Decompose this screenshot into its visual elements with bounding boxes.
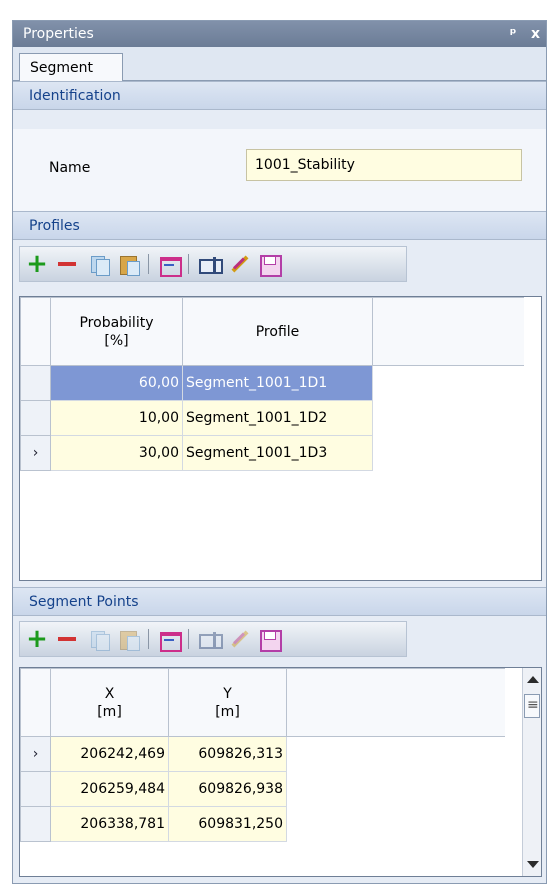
wand-icon[interactable] — [228, 628, 250, 650]
panel-titlebar: Properties ᵖ x — [13, 21, 546, 47]
panel-title: Properties — [23, 26, 94, 42]
row-indicator[interactable] — [20, 806, 51, 842]
name-field[interactable]: 1001_Stability — [246, 149, 522, 181]
profile-cell[interactable]: Segment_1001_1D1 — [182, 365, 373, 401]
save-icon[interactable] — [258, 253, 282, 277]
row-indicator[interactable]: › — [20, 435, 51, 471]
table-row[interactable]: › 30,00 Segment_1001_1D3 — [20, 435, 524, 471]
segment-points-table: X [m] Y [m] › 206242,469 609826,313 2062… — [20, 668, 505, 842]
x-cell[interactable]: 206259,484 — [50, 771, 169, 807]
table-row[interactable]: 206338,781 609831,250 — [20, 806, 505, 842]
y-cell[interactable]: 609831,250 — [168, 806, 287, 842]
close-icon[interactable]: x — [531, 21, 540, 47]
empty-column-header — [372, 297, 524, 366]
identification-header: Identification — [13, 81, 546, 110]
toolbar-separator — [188, 629, 189, 649]
row-indicator[interactable] — [20, 771, 51, 807]
probability-cell[interactable]: 10,00 — [50, 400, 183, 436]
paste-icon[interactable] — [118, 628, 140, 651]
y-cell[interactable]: 609826,938 — [168, 771, 287, 807]
table-row[interactable]: 206259,484 609826,938 — [20, 771, 505, 807]
wand-icon[interactable] — [228, 253, 250, 275]
copy-icon[interactable] — [88, 628, 110, 651]
scroll-thumb[interactable] — [524, 694, 540, 718]
segment-points-toolbar: + — [19, 621, 407, 657]
segment-points-header: Segment Points — [13, 587, 546, 616]
row-indicator-header — [20, 297, 51, 366]
x-cell[interactable]: 206338,781 — [50, 806, 169, 842]
copy-icon[interactable] — [88, 253, 110, 276]
profiles-toolbar: + — [19, 246, 407, 282]
y-cell[interactable]: 609826,313 — [168, 736, 287, 772]
x-cell[interactable]: 206242,469 — [50, 736, 169, 772]
row-indicator[interactable]: › — [20, 736, 51, 772]
scroll-down-icon[interactable] — [527, 861, 539, 868]
profiles-header: Profiles — [13, 211, 546, 240]
field-icon[interactable] — [198, 628, 223, 650]
tab-segment[interactable]: Segment — [19, 53, 123, 82]
segment-points-grid: X [m] Y [m] › 206242,469 609826,313 2062… — [19, 667, 542, 877]
tab-strip: Segment — [13, 47, 546, 82]
toolbar-separator — [188, 254, 189, 274]
profile-cell[interactable]: Segment_1001_1D2 — [182, 400, 373, 436]
toolbar-separator — [148, 629, 149, 649]
properties-panel: Properties ᵖ x Segment Identification Na… — [12, 20, 547, 884]
table-row[interactable]: 60,00 Segment_1001_1D1 — [20, 365, 524, 401]
add-icon[interactable]: + — [26, 251, 48, 277]
field-icon[interactable] — [198, 253, 223, 275]
x-column-header[interactable]: X [m] — [50, 668, 169, 737]
profiles-table: Probability [%] Profile 60,00 Segment_10… — [20, 297, 524, 471]
range-icon[interactable] — [158, 628, 182, 652]
table-row[interactable]: 10,00 Segment_1001_1D2 — [20, 400, 524, 436]
paste-icon[interactable] — [118, 253, 140, 276]
remove-icon[interactable] — [56, 628, 78, 650]
probability-cell[interactable]: 30,00 — [50, 435, 183, 471]
vertical-scrollbar[interactable] — [522, 668, 541, 876]
row-indicator-header — [20, 668, 51, 737]
range-icon[interactable] — [158, 253, 182, 277]
add-icon[interactable]: + — [26, 626, 48, 652]
y-column-header[interactable]: Y [m] — [168, 668, 287, 737]
row-indicator[interactable] — [20, 400, 51, 436]
toolbar-separator — [148, 254, 149, 274]
save-icon[interactable] — [258, 628, 282, 652]
table-row[interactable]: › 206242,469 609826,313 — [20, 736, 505, 772]
identification-body: Name 1001_Stability — [13, 129, 546, 211]
profile-cell[interactable]: Segment_1001_1D3 — [182, 435, 373, 471]
probability-cell[interactable]: 60,00 — [50, 365, 183, 401]
scroll-up-icon[interactable] — [527, 676, 539, 683]
remove-icon[interactable] — [56, 253, 78, 275]
name-label: Name — [49, 160, 91, 176]
profile-column-header[interactable]: Profile — [182, 297, 373, 366]
empty-column-header — [286, 668, 505, 737]
profiles-grid: Probability [%] Profile 60,00 Segment_10… — [19, 296, 542, 581]
row-indicator[interactable] — [20, 365, 51, 401]
probability-column-header[interactable]: Probability [%] — [50, 297, 183, 366]
pin-icon[interactable]: ᵖ — [510, 21, 517, 47]
